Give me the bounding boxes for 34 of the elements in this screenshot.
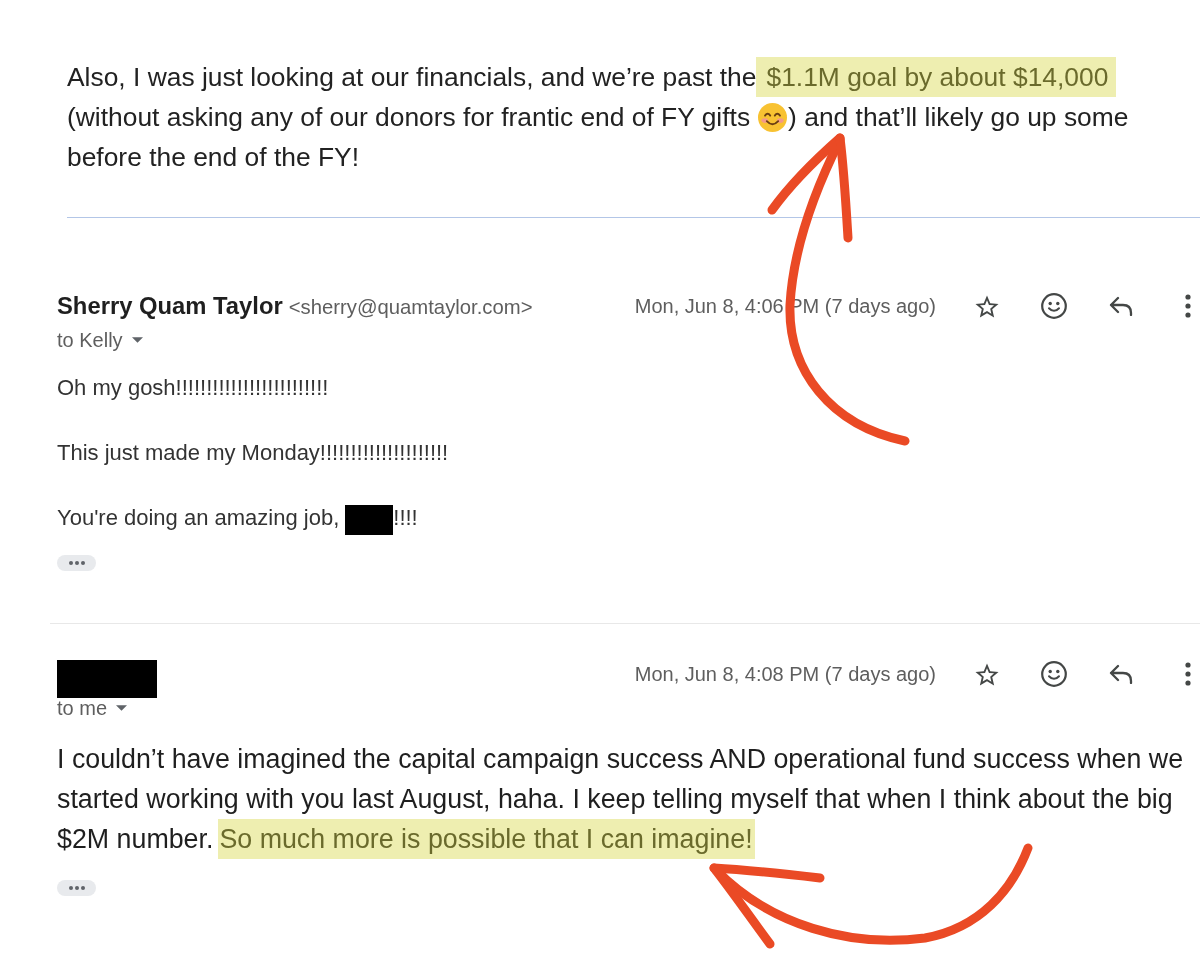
- ellipsis-icon: [68, 886, 85, 890]
- email-text: Oh my gosh!!!!!!!!!!!!!!!!!!!!!!!!!: [57, 374, 329, 402]
- email-text: This just made my Monday!!!!!!!!!!!!!!!!!!!!!: [57, 439, 449, 467]
- redaction-bar: [345, 505, 394, 535]
- add-reaction-smiley-icon[interactable]: [1041, 661, 1067, 687]
- caret-icon: [116, 705, 128, 711]
- email-text: Also, I was just looking at our financials, and we’re past the: [67, 61, 757, 94]
- more-options-icon[interactable]: [1185, 294, 1191, 318]
- star-icon[interactable]: [975, 294, 999, 318]
- email-text: ) and that’ll likely go up some: [788, 101, 1129, 134]
- highlighted-text: $1.1M goal by about $14,000: [756, 57, 1117, 97]
- email-text: !!!!: [393, 504, 418, 532]
- reply-icon[interactable]: [1109, 664, 1133, 684]
- ellipsis-icon: [68, 561, 85, 565]
- caret-icon: [131, 337, 143, 343]
- reply-icon[interactable]: [1109, 296, 1133, 316]
- sender-email: <sherry@quamtaylor.com>: [288, 295, 533, 320]
- smiling-face-emoji-icon: [758, 102, 788, 132]
- add-reaction-smiley-icon[interactable]: [1041, 293, 1067, 319]
- recipient-dropdown[interactable]: to Kelly: [57, 330, 143, 350]
- email-text: before the end of the FY!: [67, 141, 359, 174]
- email-text: I couldn’t have imagined the capital campaign success AND operational fund success when we: [57, 743, 1184, 776]
- email-text: You're doing an amazing job,: [57, 504, 340, 532]
- show-trimmed-content-button[interactable]: [57, 555, 96, 571]
- recipient-dropdown[interactable]: to me: [57, 698, 128, 718]
- highlighted-text: So much more is possible that I can imagine!: [218, 819, 755, 859]
- show-trimmed-content-button[interactable]: [57, 880, 96, 896]
- message-date: Mon, Jun 8, 4:08 PM (7 days ago): [634, 662, 936, 687]
- email-text: $2M number.: [57, 823, 214, 856]
- email-text: (without asking any of our donors for frantic end of FY gifts: [67, 101, 751, 134]
- star-icon[interactable]: [975, 662, 999, 686]
- sender-name: Sherry Quam Taylor: [57, 291, 283, 321]
- more-options-icon[interactable]: [1185, 662, 1191, 686]
- email-text: started working with you last August, haha. I keep telling myself that when I think about the big: [57, 783, 1173, 816]
